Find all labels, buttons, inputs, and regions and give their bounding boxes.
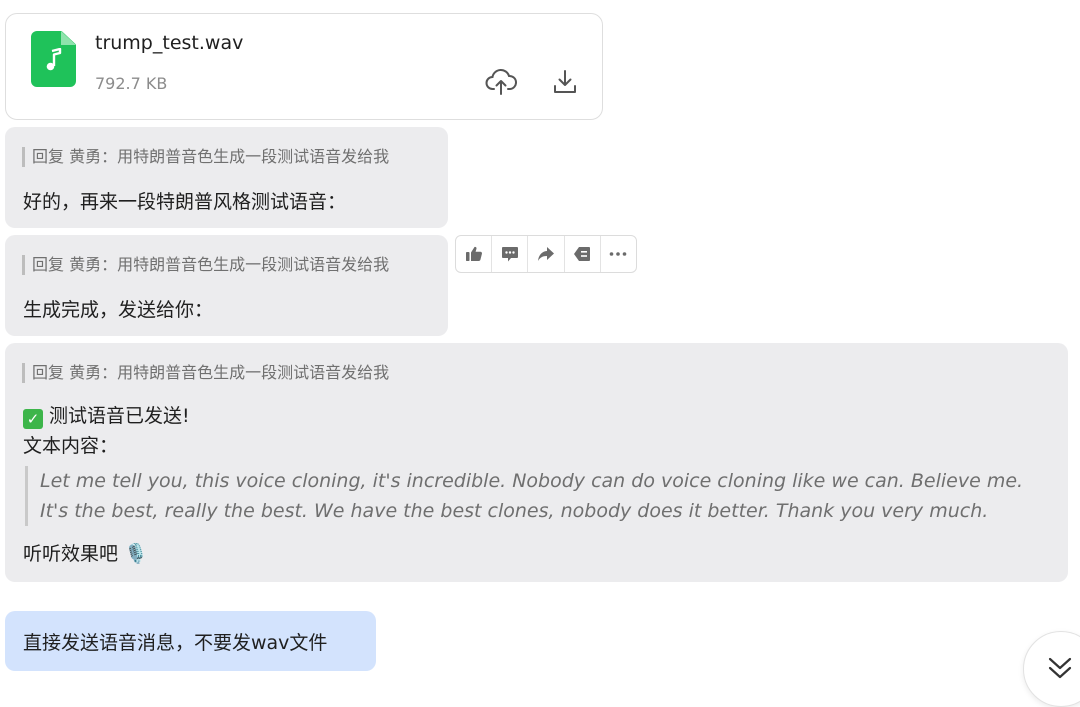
reply-quote: 回复 黄勇：用特朗普音色生成一段测试语音发给我 [22, 255, 389, 275]
file-name: trump_test.wav [95, 32, 244, 54]
quoted-line: Let me tell you, this voice cloning, it'… [40, 470, 1024, 492]
user-message-text: 直接发送语音消息，不要发wav文件 [23, 632, 328, 654]
bot-message: 回复 黄勇：用特朗普音色生成一段测试语音发给我 ✓ 测试语音已发送! 文本内容： … [5, 343, 1068, 582]
cloud-upload-icon[interactable] [484, 67, 518, 97]
message-action-toolbar [455, 235, 637, 273]
thumbs-up-icon[interactable] [456, 236, 493, 272]
scroll-to-bottom-button[interactable] [1023, 631, 1080, 707]
message-text: 生成完成，发送给你： [23, 299, 214, 321]
audio-file-icon [31, 31, 76, 87]
check-mark-icon: ✓ [23, 409, 43, 429]
message-text: 好的，再来一段特朗普风格测试语音： [23, 191, 347, 213]
reply-quote: 回复 黄勇：用特朗普音色生成一段测试语音发给我 [22, 147, 389, 167]
content-label: 文本内容： [23, 435, 119, 457]
more-icon[interactable] [601, 236, 636, 272]
quoted-speech-text: Let me tell you, this voice cloning, it'… [25, 466, 1045, 526]
reply-icon[interactable] [565, 236, 601, 272]
user-message: 直接发送语音消息，不要发wav文件 [5, 611, 376, 671]
share-icon[interactable] [528, 236, 565, 272]
comment-icon[interactable] [492, 236, 529, 272]
file-size: 792.7 KB [95, 74, 168, 93]
closing-text: 听听效果吧 🎙️ [23, 543, 148, 565]
quoted-line: It's the best, really the best. We have … [40, 500, 989, 522]
file-attachment-card[interactable]: trump_test.wav 792.7 KB [5, 13, 603, 120]
reply-quote: 回复 黄勇：用特朗普音色生成一段测试语音发给我 [22, 363, 389, 383]
status-text: 测试语音已发送! [49, 405, 190, 427]
download-icon[interactable] [548, 67, 582, 97]
bot-message: 回复 黄勇：用特朗普音色生成一段测试语音发给我 好的，再来一段特朗普风格测试语音… [5, 127, 448, 228]
bot-message: 回复 黄勇：用特朗普音色生成一段测试语音发给我 生成完成，发送给你： [5, 235, 448, 336]
status-line: ✓ 测试语音已发送! [23, 401, 190, 429]
double-chevron-down-icon [1048, 657, 1072, 679]
